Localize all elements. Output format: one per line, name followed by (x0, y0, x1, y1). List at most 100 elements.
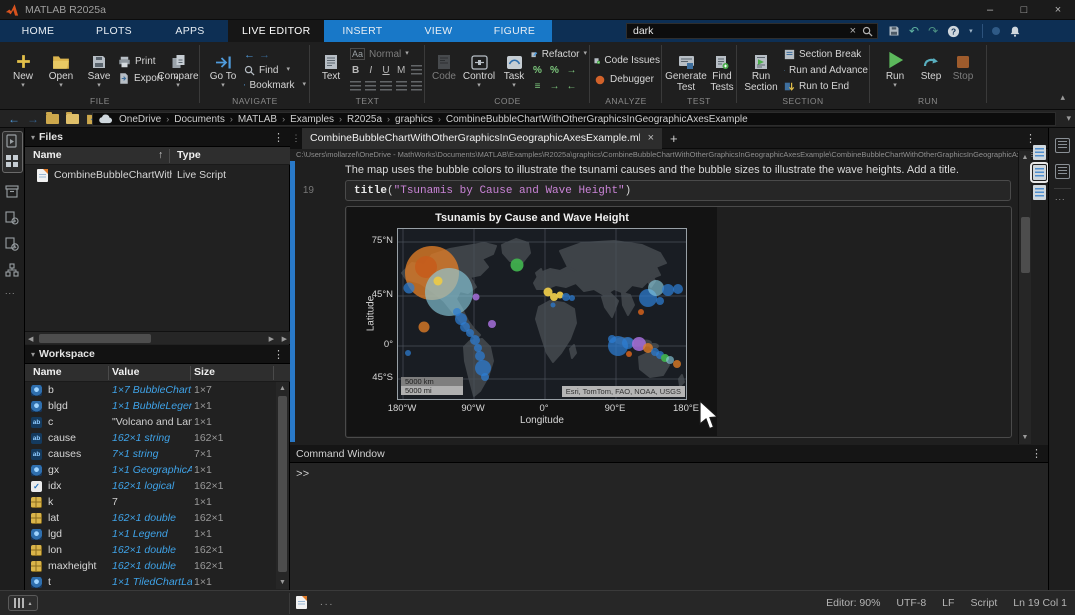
breadcrumb-item[interactable]: Documents (174, 114, 225, 125)
editor-vscrollbar[interactable]: ▲ ▼ (1018, 151, 1031, 444)
scroll-right-icon[interactable]: ▶ (282, 335, 287, 343)
workspace-row[interactable]: abcauses7×1 string7×1 (25, 446, 276, 462)
stop-button[interactable]: Stop (948, 46, 978, 82)
scroll-thumb[interactable] (278, 396, 287, 572)
breadcrumb-item[interactable]: graphics (395, 114, 433, 125)
breadcrumb-caret-icon[interactable]: ▾ (1066, 113, 1071, 124)
new-button[interactable]: New▾ (6, 46, 40, 89)
history-back-icon[interactable]: ← (8, 112, 20, 126)
scroll-right-icon[interactable]: ▶ (269, 335, 274, 343)
format-extra-icon[interactable] (411, 65, 422, 76)
account-icon[interactable] (992, 27, 1000, 35)
uncomment-icon[interactable]: % (548, 65, 561, 76)
sidebar-more-icon[interactable]: ... (5, 286, 16, 296)
workspace-row[interactable]: blgd1×1 BubbleLegend1×1 (25, 398, 276, 414)
workspace-row[interactable]: abcause162×1 string162×1 (25, 430, 276, 446)
document-list-icon[interactable]: ⋮ (290, 128, 302, 149)
search-input[interactable]: dark × (626, 23, 878, 39)
editor-tab[interactable]: CombineBubbleChartWithOtherGraphicsInGeo… (302, 128, 662, 149)
files-menu-icon[interactable]: ⋮ (273, 131, 284, 144)
collapse-chevron-icon[interactable]: ▾ (31, 133, 35, 142)
generate-test-button[interactable]: Generate Test (666, 46, 706, 93)
workspace-row[interactable]: t1×1 TiledChartLay...1×1 (25, 574, 276, 590)
scroll-down-icon[interactable]: ▼ (276, 579, 289, 586)
breadcrumb-item[interactable]: R2025a (347, 114, 382, 125)
new-tab-icon[interactable]: + (670, 131, 678, 146)
command-window-header[interactable]: Command Window ⋮ (290, 445, 1048, 463)
find-tests-button[interactable]: Find Tests (708, 46, 736, 93)
italic-button[interactable]: I (365, 65, 376, 76)
bold-button[interactable]: B (350, 65, 361, 76)
layout-toggle-button[interactable]: ▴ (8, 595, 38, 611)
run-and-advance-button[interactable]: Run and Advance (784, 63, 868, 77)
files-panel-header[interactable]: ▾ Files ⋮ (25, 128, 290, 147)
geographic-axes[interactable]: 5000 km 5000 mi Esri, TomTom, FAO, NOAA,… (397, 228, 687, 400)
editor-content[interactable]: 19 The map uses the bubble colors to ill… (290, 161, 1048, 445)
refactor-button[interactable]: Refactor ▾ (531, 47, 587, 61)
maximize-icon[interactable]: □ (1007, 0, 1041, 20)
file-browser-icon[interactable] (5, 134, 19, 149)
files-col-type[interactable]: Type (177, 149, 201, 161)
scroll-down-icon[interactable]: ▼ (1019, 434, 1031, 441)
breadcrumb-item[interactable]: MATLAB (238, 114, 277, 125)
workspace-vscrollbar[interactable]: ▲ ▼ (276, 382, 289, 589)
file-type[interactable]: Script (970, 597, 997, 609)
files-col-name[interactable]: Name (33, 149, 62, 161)
search-clear-icon[interactable]: × (850, 25, 856, 37)
workspace-row[interactable]: lon162×1 double162×1 (25, 542, 276, 558)
scroll-thumb[interactable] (1021, 217, 1030, 273)
help-caret-icon[interactable]: ▾ (969, 27, 973, 35)
file-row[interactable]: CombineBubbleChartWithO... Live Script (25, 167, 290, 183)
code-line[interactable]: title("Tsunamis by Cause and Wave Height… (345, 180, 1011, 201)
ws-col-value[interactable]: Value (112, 366, 139, 378)
breadcrumb-item[interactable]: Examples (290, 114, 334, 125)
workspace-row[interactable]: abc"Volcano and Lan...1×1 (25, 414, 276, 430)
breadcrumb-item[interactable]: OneDrive (119, 114, 161, 125)
section-break-button[interactable]: Section Break (784, 47, 868, 61)
scroll-thumb[interactable] (39, 334, 151, 343)
output-selected-icon[interactable] (1033, 165, 1046, 180)
help-icon[interactable]: ? (947, 25, 960, 38)
workspace-panel-header[interactable]: ▾ Workspace ⋮ (25, 345, 290, 364)
underline-button[interactable]: U (380, 65, 391, 76)
ribbon-tab-apps[interactable]: APPS (152, 20, 228, 42)
undo-icon[interactable]: ↶ (909, 24, 919, 38)
new-file-icon[interactable] (66, 114, 79, 124)
command-prompt[interactable]: >> (296, 469, 309, 481)
text-button[interactable]: Text (316, 46, 346, 82)
monospace-button[interactable]: M (396, 65, 407, 76)
align-right-icon[interactable] (411, 81, 422, 92)
collapse-ribbon-icon[interactable]: ▴ (1060, 92, 1065, 103)
breadcrumb-item[interactable]: CombineBubbleChartWithOtherGraphicsInGeo… (446, 114, 748, 125)
breadcrumb[interactable]: OneDrive›Documents›MATLAB›Examples›R2025… (92, 112, 1056, 126)
history-clock-icon[interactable] (5, 237, 19, 251)
forward-icon[interactable]: → (259, 49, 270, 61)
command-window-menu-icon[interactable]: ⋮ (1031, 447, 1042, 460)
ws-col-name[interactable]: Name (33, 366, 62, 378)
code-button[interactable]: Code (429, 46, 459, 82)
debugger-button[interactable]: Debugger (594, 73, 660, 87)
panel-right-icon[interactable] (1055, 138, 1070, 153)
scroll-left-icon[interactable]: ◀ (28, 335, 33, 343)
scroll-up-icon[interactable]: ▲ (276, 385, 289, 392)
scroll-up-icon[interactable]: ▲ (1019, 154, 1031, 161)
run-to-end-button[interactable]: Run to End (784, 79, 868, 93)
control-button[interactable]: Control▾ (461, 46, 497, 89)
compare-button[interactable]: Compare▾ (156, 46, 200, 89)
close-icon[interactable]: × (1041, 0, 1075, 20)
indent-right-icon[interactable]: → (548, 81, 561, 92)
output-inline-icon[interactable] (1033, 145, 1046, 160)
code-issues-button[interactable]: Code Issues (594, 54, 660, 68)
live-script-text[interactable]: The map uses the bubble colors to illust… (345, 164, 1005, 176)
wrap-comment-icon[interactable]: → (565, 65, 578, 76)
panel-compare-icon[interactable] (1055, 164, 1070, 179)
align-left-icon[interactable] (380, 81, 391, 92)
open-button[interactable]: Open▾ (44, 46, 78, 89)
compare-files-icon[interactable] (5, 211, 19, 225)
new-folder-icon[interactable] (46, 114, 59, 124)
files-column-header[interactable]: Name ↑ Type (25, 147, 290, 165)
find-button[interactable]: Find ▾ (244, 63, 306, 77)
workspace-row[interactable]: lat162×1 double162×1 (25, 510, 276, 526)
encoding[interactable]: UTF-8 (896, 597, 926, 609)
back-icon[interactable]: ← (244, 49, 255, 61)
